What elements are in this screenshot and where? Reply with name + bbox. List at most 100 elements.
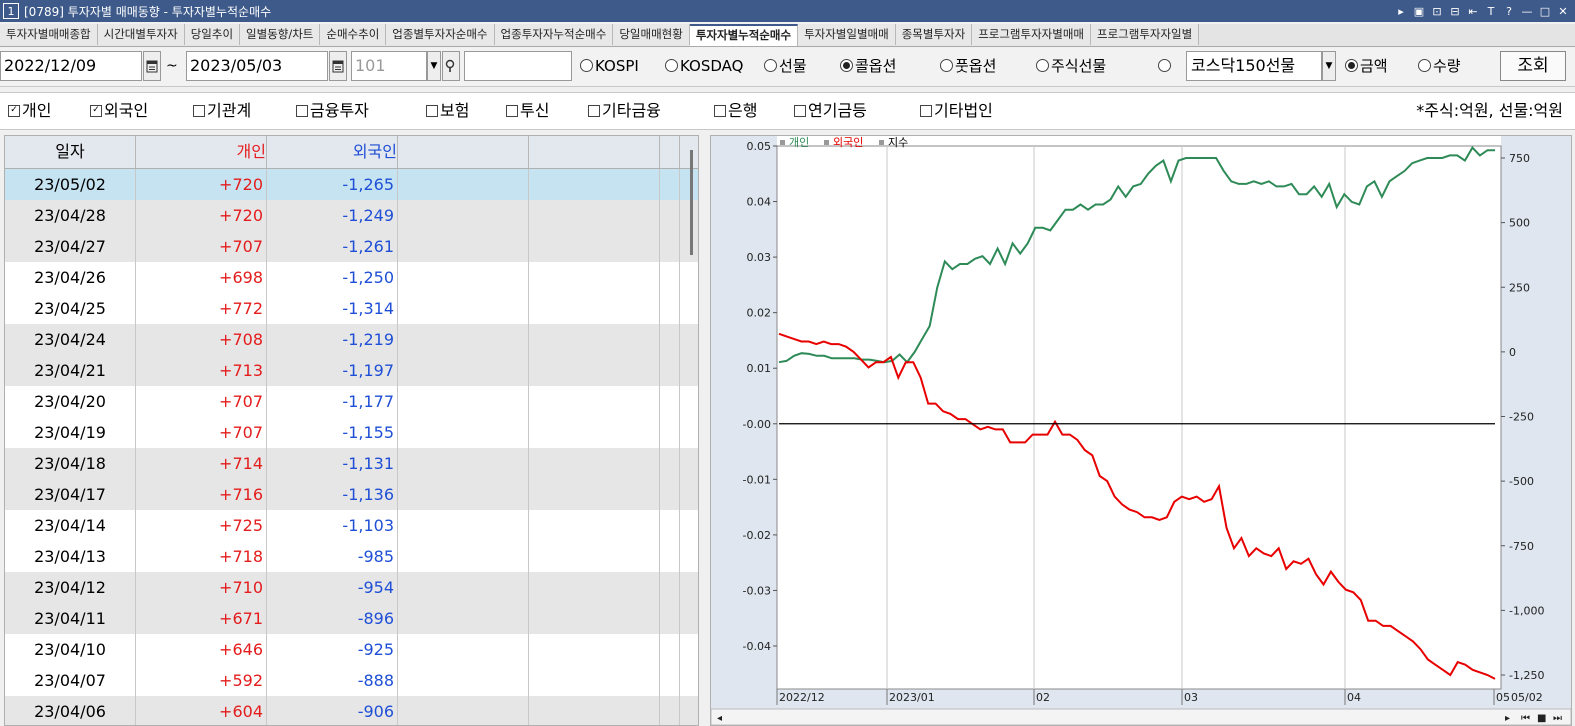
radio-dot[interactable] xyxy=(1345,59,1358,72)
table-row[interactable]: 23/04/18 +714 -1,131 xyxy=(5,448,698,479)
checkbox-empty-icon[interactable] xyxy=(193,104,205,117)
table-row[interactable]: 23/04/07 +592 -888 xyxy=(5,665,698,696)
column-header-0[interactable]: 일자 xyxy=(5,136,136,168)
table-row[interactable]: 23/05/02 +720 -1,265 xyxy=(5,169,698,200)
tab-0[interactable]: 투자자별매매종합 xyxy=(0,24,98,45)
radio-dot[interactable] xyxy=(1158,59,1171,72)
market-radio-1[interactable]: KOSDAQ xyxy=(665,51,743,81)
checkbox-empty-icon[interactable] xyxy=(296,104,308,117)
window-control-2-icon[interactable]: ⊡ xyxy=(1431,5,1443,18)
tab-11[interactable]: 프로그램투자자별매매 xyxy=(972,24,1091,45)
window-control-9-icon[interactable]: ✕ xyxy=(1557,5,1569,18)
code-dropdown-chevron-down-icon[interactable]: ▼ xyxy=(427,51,441,81)
table-row[interactable]: 23/04/17 +716 -1,136 xyxy=(5,479,698,510)
investor-checkbox-1[interactable]: ✓ 외국인 xyxy=(90,98,148,124)
amount-radio-1[interactable]: 수량 xyxy=(1418,51,1461,81)
column-header-2[interactable]: 외국인 xyxy=(267,136,398,168)
investor-checkbox-9[interactable]: 기타법인 xyxy=(920,98,993,124)
checkbox-empty-icon[interactable] xyxy=(714,104,726,117)
product-select-chevron-down-icon[interactable]: ▼ xyxy=(1322,51,1336,81)
market-radio-5[interactable]: 주식선물 xyxy=(1036,51,1106,81)
tab-6[interactable]: 업종투자자누적순매수 xyxy=(494,24,614,45)
checkbox-empty-icon[interactable] xyxy=(588,104,600,117)
code-input[interactable]: 101 xyxy=(351,51,427,81)
radio-dot[interactable] xyxy=(665,59,678,72)
market-radio-3[interactable]: 콜옵션 xyxy=(840,51,896,81)
product-select[interactable]: 코스닥150선물 xyxy=(1186,51,1322,81)
window-control-7-icon[interactable]: — xyxy=(1521,5,1533,18)
table-row[interactable]: 23/04/26 +698 -1,250 xyxy=(5,262,698,293)
market-radio-6[interactable] xyxy=(1158,51,1173,81)
column-header-4[interactable] xyxy=(529,136,660,168)
table-row[interactable]: 23/04/13 +718 -985 xyxy=(5,541,698,572)
checkbox-empty-icon[interactable] xyxy=(426,104,438,117)
tab-7[interactable]: 당일매매현황 xyxy=(613,24,690,45)
column-header-1[interactable]: 개인 xyxy=(136,136,267,168)
tab-2[interactable]: 당일추이 xyxy=(184,24,241,45)
table-row[interactable]: 23/04/27 +707 -1,261 xyxy=(5,231,698,262)
window-control-0-icon[interactable]: ▸ xyxy=(1395,5,1407,18)
amount-radio-0[interactable]: 금액 xyxy=(1345,51,1388,81)
end-date-input[interactable]: 2023/05/03 xyxy=(186,51,328,81)
checkbox-empty-icon[interactable] xyxy=(920,104,932,117)
table-row[interactable]: 23/04/06 +604 -906 xyxy=(5,696,698,725)
radio-dot[interactable] xyxy=(840,59,853,72)
market-radio-2[interactable]: 선물 xyxy=(764,51,807,81)
column-header-3[interactable] xyxy=(398,136,529,168)
checkbox-checked-icon[interactable]: ✓ xyxy=(8,104,20,117)
chart-horizontal-scrollbar[interactable] xyxy=(711,708,1571,725)
chart-scroll-button-4-icon[interactable]: ⏭ xyxy=(1553,713,1562,724)
tab-1[interactable]: 시간대별투자자 xyxy=(97,24,185,45)
window-control-3-icon[interactable]: ⊟ xyxy=(1449,5,1461,18)
investor-checkbox-2[interactable]: 기관계 xyxy=(193,98,251,124)
table-row[interactable]: 23/04/28 +720 -1,249 xyxy=(5,200,698,231)
chart-scroll-button-2-icon[interactable]: ⏮ xyxy=(1521,713,1530,724)
investor-checkbox-4[interactable]: 보험 xyxy=(426,98,469,124)
chart-scroll-button-3-icon[interactable]: ■ xyxy=(1537,713,1546,724)
table-row[interactable]: 23/04/24 +708 -1,219 xyxy=(5,324,698,355)
tab-9[interactable]: 투자자별일별매매 xyxy=(798,24,896,45)
table-row[interactable]: 23/04/14 +725 -1,103 xyxy=(5,510,698,541)
tab-12[interactable]: 프로그램투자자일별 xyxy=(1091,24,1200,45)
start-date-calendar-icon[interactable] xyxy=(143,51,161,81)
start-date-input[interactable]: 2022/12/09 xyxy=(0,51,142,81)
investor-checkbox-3[interactable]: 금융투자 xyxy=(296,98,369,124)
chart-scroll-button-0-icon[interactable]: ◂ xyxy=(717,713,722,724)
table-vertical-scrollbar[interactable] xyxy=(690,150,693,255)
market-radio-4[interactable]: 풋옵션 xyxy=(940,51,996,81)
table-row[interactable]: 23/04/20 +707 -1,177 xyxy=(5,386,698,417)
tab-10[interactable]: 종목별투자자 xyxy=(895,24,973,45)
end-date-calendar-icon[interactable] xyxy=(329,51,347,81)
window-control-4-icon[interactable]: ⇤ xyxy=(1467,5,1479,18)
table-row[interactable]: 23/04/19 +707 -1,155 xyxy=(5,417,698,448)
radio-dot[interactable] xyxy=(1036,59,1049,72)
investor-checkbox-6[interactable]: 기타금융 xyxy=(588,98,661,124)
investor-checkbox-8[interactable]: 연기금등 xyxy=(794,98,867,124)
radio-dot[interactable] xyxy=(764,59,777,72)
tab-8[interactable]: 투자자별누적순매수 xyxy=(689,24,799,46)
chart-scroll-button-1-icon[interactable]: ▸ xyxy=(1505,713,1510,724)
table-row[interactable]: 23/04/12 +710 -954 xyxy=(5,572,698,603)
checkbox-checked-icon[interactable]: ✓ xyxy=(90,104,102,117)
code-search-icon[interactable] xyxy=(442,51,460,81)
table-row[interactable]: 23/04/25 +772 -1,314 xyxy=(5,293,698,324)
radio-dot[interactable] xyxy=(940,59,953,72)
table-row[interactable]: 23/04/21 +713 -1,197 xyxy=(5,355,698,386)
investor-checkbox-7[interactable]: 은행 xyxy=(714,98,757,124)
column-header-5[interactable] xyxy=(660,136,680,168)
tab-5[interactable]: 업종별투자자순매수 xyxy=(386,24,495,45)
checkbox-empty-icon[interactable] xyxy=(794,104,806,117)
investor-checkbox-5[interactable]: 투신 xyxy=(506,98,549,124)
tab-3[interactable]: 일별동향/차트 xyxy=(240,24,321,45)
table-row[interactable]: 23/04/10 +646 -925 xyxy=(5,634,698,665)
checkbox-empty-icon[interactable] xyxy=(506,104,518,117)
window-control-5-icon[interactable]: T xyxy=(1485,5,1497,18)
tab-4[interactable]: 순매수추이 xyxy=(320,24,387,45)
table-row[interactable]: 23/04/11 +671 -896 xyxy=(5,603,698,634)
window-control-8-icon[interactable]: □ xyxy=(1539,5,1551,18)
window-control-1-icon[interactable]: ▣ xyxy=(1413,5,1425,18)
investor-checkbox-0[interactable]: ✓ 개인 xyxy=(8,98,51,124)
radio-dot[interactable] xyxy=(1418,59,1431,72)
window-control-6-icon[interactable]: ? xyxy=(1503,5,1515,18)
query-button[interactable]: 조회 xyxy=(1500,51,1566,81)
